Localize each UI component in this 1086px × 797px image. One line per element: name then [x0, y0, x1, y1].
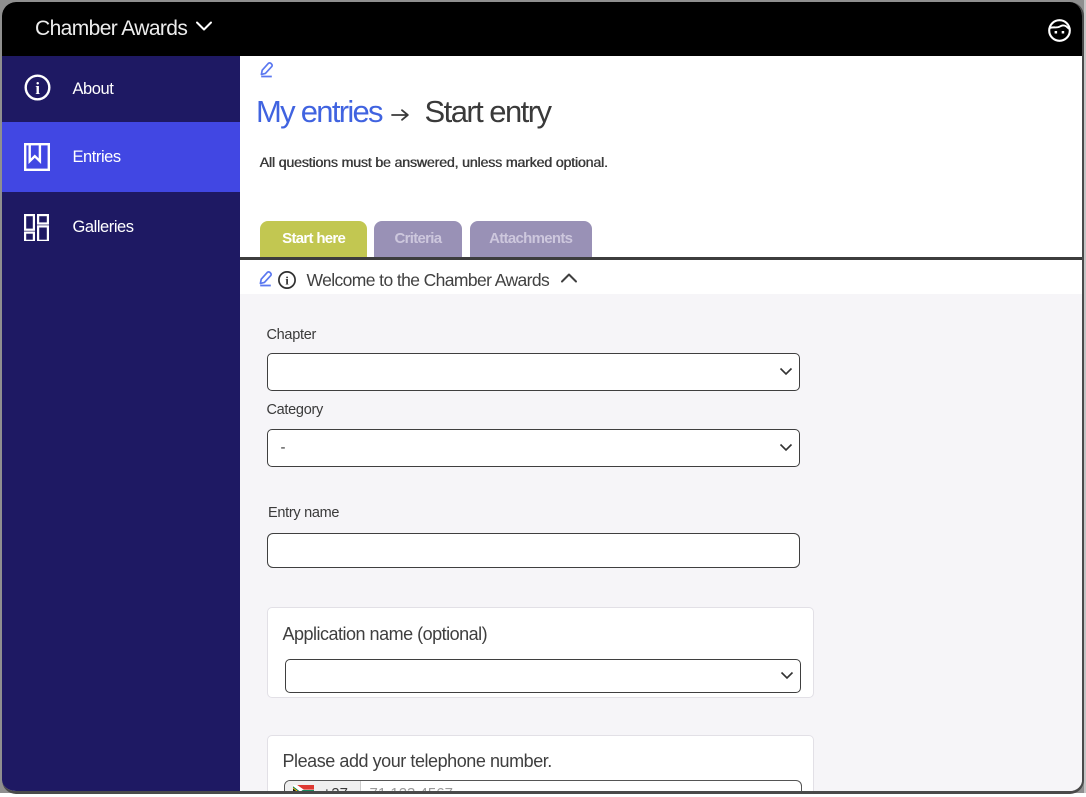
svg-text:i: i [35, 79, 40, 98]
svg-text:i: i [285, 273, 289, 287]
